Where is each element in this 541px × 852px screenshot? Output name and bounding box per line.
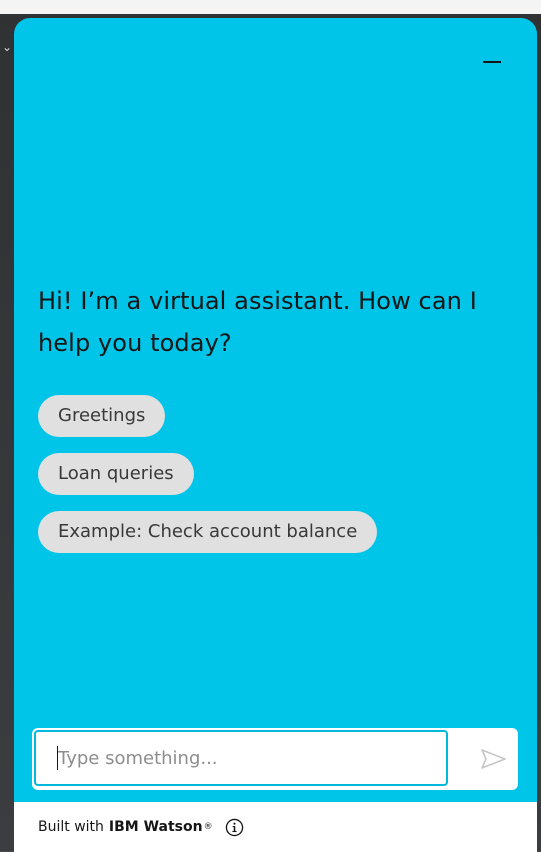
assistant-greeting: Hi! I’m a virtual assistant. How can I h… [38,287,477,357]
minimize-icon [483,61,501,63]
suggestion-greetings[interactable]: Greetings [38,395,166,437]
browser-strip [0,0,541,14]
footer-brand: IBM Watson [108,819,203,835]
suggestion-loan-queries[interactable]: Loan queries [38,453,194,495]
message-composer [32,728,518,790]
footer-prefix: Built with [38,819,104,835]
send-icon [481,749,506,769]
suggestion-list: Greetings Loan queries Example: Check ac… [38,395,378,569]
message-input[interactable] [34,730,448,786]
powered-by-footer: Built with IBM Watson ® [14,802,537,852]
text-caret [57,746,58,770]
suggestion-check-account-balance[interactable]: Example: Check account balance [38,511,378,553]
chevron-down-icon: ⌄ [2,40,13,54]
registered-mark: ® [203,822,213,832]
send-button[interactable] [476,742,510,776]
info-icon[interactable] [225,818,244,837]
chat-window: Hi! I’m a virtual assistant. How can I h… [14,18,537,852]
minimize-button[interactable] [481,52,507,72]
